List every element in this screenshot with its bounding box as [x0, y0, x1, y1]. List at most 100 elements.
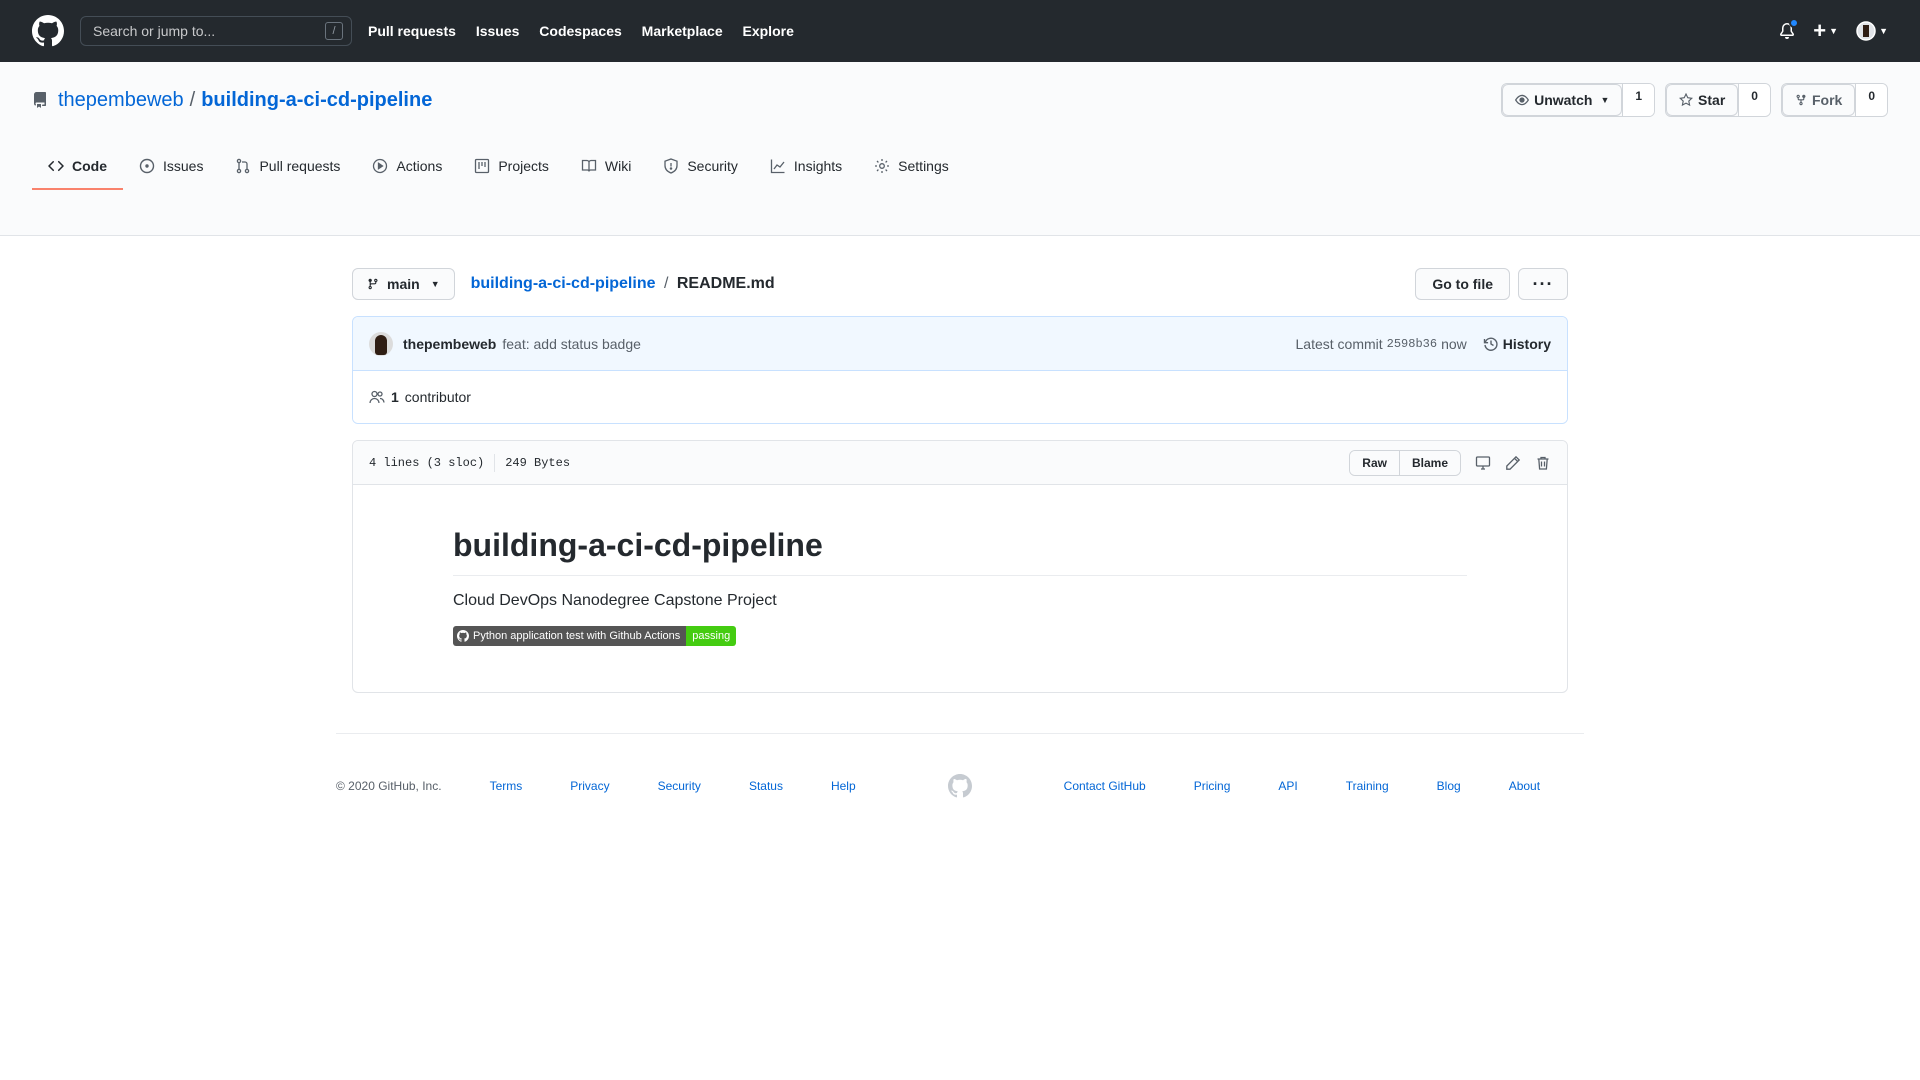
nav-pull-requests[interactable]: Pull requests: [368, 23, 456, 39]
play-icon: [373, 158, 388, 174]
commit-sha-link[interactable]: 2598b36: [1387, 337, 1437, 351]
star-count[interactable]: 0: [1738, 84, 1770, 116]
branch-name: main: [387, 276, 420, 292]
raw-blame-group: Raw Blame: [1349, 449, 1461, 476]
tab-pull-requests[interactable]: Pull requests: [219, 148, 356, 190]
tab-security[interactable]: Security: [647, 148, 754, 190]
tab-code[interactable]: Code: [32, 148, 123, 190]
commit-time: now: [1441, 335, 1467, 352]
pencil-icon[interactable]: [1505, 455, 1521, 471]
footer-link-training[interactable]: Training: [1346, 779, 1389, 793]
site-footer: © 2020 GitHub, Inc. Terms Privacy Securi…: [336, 733, 1584, 798]
footer-link-contact[interactable]: Contact GitHub: [1064, 779, 1146, 793]
history-link[interactable]: History: [1483, 336, 1551, 352]
nav-codespaces[interactable]: Codespaces: [539, 23, 621, 39]
footer-link-about[interactable]: About: [1509, 779, 1540, 793]
star-label: Star: [1698, 92, 1726, 108]
gear-icon: [875, 159, 890, 173]
footer-right: Contact GitHub Pricing API Training Blog…: [1064, 779, 1540, 793]
repo-name-link[interactable]: building-a-ci-cd-pipeline: [201, 89, 432, 112]
file-viewer: 4 lines (3 sloc) 249 Bytes Raw Blame bui…: [352, 440, 1568, 693]
branch-select-button[interactable]: main ▼: [352, 268, 455, 300]
divider: [494, 453, 496, 472]
footer-link-security[interactable]: Security: [658, 779, 701, 793]
branch-icon: [368, 278, 378, 290]
breadcrumb: building-a-ci-cd-pipeline / README.md: [471, 275, 775, 293]
breadcrumb-file: README.md: [676, 275, 775, 292]
project-icon: [475, 158, 490, 174]
watch-count[interactable]: 1: [1622, 84, 1655, 116]
watch-group: Unwatch ▼ 1: [1501, 83, 1656, 117]
fork-group: Fork 0: [1780, 83, 1888, 117]
notification-indicator: [1789, 18, 1800, 28]
raw-button[interactable]: Raw: [1350, 450, 1399, 475]
repo-owner-link[interactable]: thepembeweb: [58, 89, 184, 112]
commit-author-link[interactable]: thepembeweb: [403, 336, 496, 352]
footer-link-pricing[interactable]: Pricing: [1194, 779, 1231, 793]
footer-link-privacy[interactable]: Privacy: [570, 779, 609, 793]
contributor-label: contributor: [404, 389, 471, 405]
star-icon: [1679, 93, 1694, 107]
tab-label: Actions: [396, 158, 443, 174]
notifications-bell-icon[interactable]: [1779, 18, 1800, 40]
contributors-row[interactable]: 1 contributor: [353, 371, 1567, 423]
more-options-button[interactable]: ···: [1518, 268, 1568, 300]
readme-description: Cloud DevOps Nanodegree Capstone Project: [453, 592, 777, 609]
footer-link-blog[interactable]: Blog: [1437, 779, 1461, 793]
breadcrumb-repo-link[interactable]: building-a-ci-cd-pipeline: [471, 275, 656, 292]
star-button[interactable]: Star: [1666, 84, 1739, 116]
nav-marketplace[interactable]: Marketplace: [642, 23, 723, 39]
blame-button[interactable]: Blame: [1398, 450, 1460, 475]
desktop-icon[interactable]: [1475, 455, 1491, 471]
people-icon: [369, 390, 385, 404]
unwatch-button[interactable]: Unwatch ▼: [1502, 84, 1623, 116]
nav-explore[interactable]: Explore: [743, 23, 794, 39]
trash-icon[interactable]: [1535, 455, 1551, 471]
tab-issues[interactable]: Issues: [123, 148, 219, 190]
star-group: Star 0: [1665, 83, 1771, 117]
footer-link-terms[interactable]: Terms: [490, 779, 523, 793]
tab-actions[interactable]: Actions: [356, 148, 458, 190]
history-icon: [1483, 337, 1498, 351]
file-nav-actions: Go to file ···: [1415, 268, 1568, 300]
readme-title: building-a-ci-cd-pipeline: [453, 525, 1467, 576]
book-icon: [581, 159, 597, 172]
tab-label: Security: [687, 158, 738, 174]
create-new-menu[interactable]: + ▼: [1813, 18, 1838, 44]
nav-issues[interactable]: Issues: [476, 23, 520, 39]
graph-icon: [770, 159, 785, 174]
tab-projects[interactable]: Projects: [458, 148, 565, 190]
go-to-file-button[interactable]: Go to file: [1415, 268, 1510, 300]
github-logo-icon[interactable]: [32, 15, 64, 47]
status-badge[interactable]: Python application test with Github Acti…: [453, 626, 737, 646]
file-navigation: main ▼ building-a-ci-cd-pipeline / READM…: [352, 268, 1568, 300]
search-placeholder: Search or jump to...: [93, 23, 216, 39]
fork-icon: [1796, 94, 1806, 106]
footer-link-api[interactable]: API: [1278, 779, 1297, 793]
fork-count[interactable]: 0: [1855, 84, 1887, 116]
footer-link-help[interactable]: Help: [831, 779, 856, 793]
footer-link-status[interactable]: Status: [749, 779, 783, 793]
readme-content: building-a-ci-cd-pipeline Cloud DevOps N…: [353, 485, 1567, 692]
commit-box: thepembeweb feat: add status badge Lates…: [352, 316, 1568, 424]
tab-insights[interactable]: Insights: [754, 148, 858, 190]
caret-down-icon: ▼: [1829, 26, 1839, 36]
avatar: [1856, 21, 1876, 41]
search-shortcut-key: /: [325, 22, 343, 40]
avatar[interactable]: [369, 331, 393, 356]
repo-tabs: Code Issues Pull requests Actions Projec…: [0, 148, 1920, 190]
tab-wiki[interactable]: Wiki: [565, 148, 647, 190]
fork-button[interactable]: Fork: [1781, 84, 1856, 116]
repo-header: thepembeweb / building-a-ci-cd-pipeline …: [0, 62, 1920, 236]
search-input[interactable]: Search or jump to... /: [80, 16, 352, 46]
file-size: 249 Bytes: [505, 455, 571, 470]
github-footer-logo-icon[interactable]: [947, 774, 972, 798]
commit-message-link[interactable]: feat: add status badge: [502, 336, 641, 352]
repo-title-row: thepembeweb / building-a-ci-cd-pipeline …: [0, 62, 1920, 118]
badge-status: passing: [686, 626, 737, 646]
repo-title-separator: /: [189, 88, 196, 111]
pull-request-icon: [237, 158, 250, 174]
shield-icon: [664, 158, 678, 174]
tab-settings[interactable]: Settings: [858, 148, 965, 190]
user-menu[interactable]: ▼: [1856, 21, 1888, 41]
